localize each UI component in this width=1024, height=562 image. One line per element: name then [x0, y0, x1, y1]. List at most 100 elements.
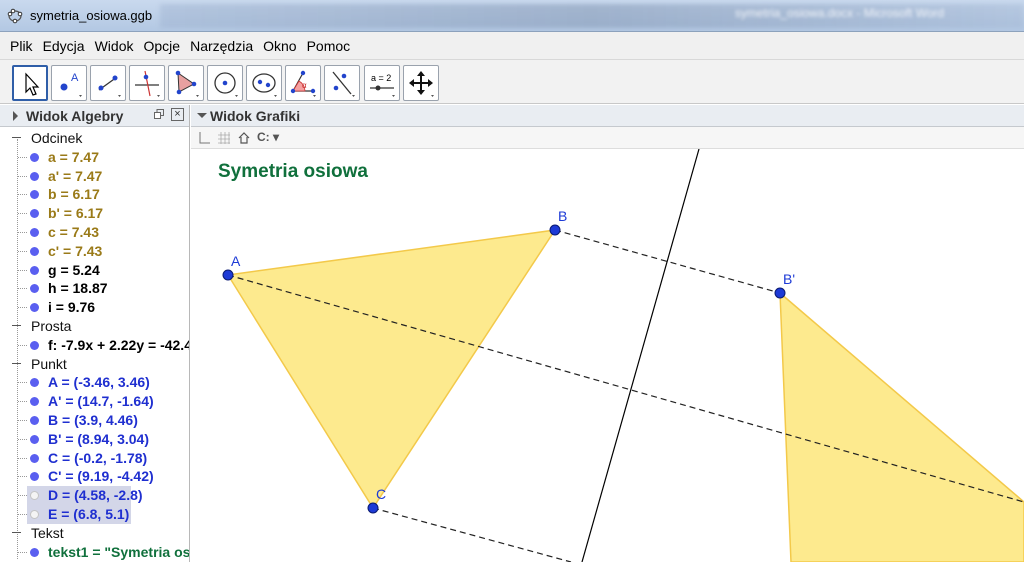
algebra-item-value[interactable]: c = 7.43 — [48, 224, 99, 240]
triangle-abc[interactable] — [226, 229, 557, 510]
category-punkt[interactable]: Punkt — [0, 355, 189, 374]
visibility-toggle-icon[interactable] — [30, 416, 39, 425]
algebra-item-value[interactable]: b = 6.17 — [48, 186, 100, 202]
algebra-item-value[interactable]: f: -7.9x + 2.22y = -42.4 — [48, 337, 189, 353]
home-icon[interactable] — [237, 131, 251, 145]
collapse-minus-icon[interactable] — [12, 325, 21, 326]
algebra-item[interactable]: A' = (14.7, -1.64) — [0, 392, 189, 411]
collapse-minus-icon[interactable] — [12, 137, 21, 138]
algebra-item[interactable]: c' = 7.43 — [0, 242, 189, 261]
point-b[interactable] — [549, 224, 561, 236]
slider-tool-button[interactable]: a = 2 — [364, 65, 400, 101]
algebra-item[interactable]: b = 6.17 — [0, 185, 189, 204]
algebra-item[interactable]: i = 9.76 — [0, 298, 189, 317]
algebra-item-value[interactable]: A' = (14.7, -1.64) — [48, 393, 154, 409]
point-tool-button[interactable]: A — [51, 65, 87, 101]
algebra-item-value[interactable]: b' = 6.17 — [48, 205, 103, 221]
algebra-item-value[interactable]: h = 18.87 — [48, 280, 108, 296]
triangle-reflected[interactable] — [779, 291, 1024, 562]
algebra-item-value[interactable]: g = 5.24 — [48, 262, 100, 278]
background-window-title[interactable]: symetria_osiowa.docx - Microsoft Word — [735, 6, 944, 20]
undock-icon[interactable] — [154, 109, 164, 119]
collapse-triangle-icon[interactable] — [197, 113, 207, 118]
algebra-item-value[interactable]: C' = (9.19, -4.42) — [48, 468, 154, 484]
algebra-item[interactable]: tekst1 = "Symetria osiowa" — [0, 543, 189, 562]
point-c[interactable] — [367, 502, 379, 514]
category-tekst[interactable]: Tekst — [0, 524, 189, 543]
algebra-item[interactable]: B = (3.9, 4.46) — [0, 411, 189, 430]
algebra-item[interactable]: a = 7.47 — [0, 148, 189, 167]
reflect-tool-button[interactable] — [324, 65, 360, 101]
line-tool-button[interactable] — [90, 65, 126, 101]
algebra-item-value[interactable]: c' = 7.43 — [48, 243, 102, 259]
algebra-item[interactable]: b' = 6.17 — [0, 204, 189, 223]
visibility-toggle-icon[interactable] — [30, 246, 39, 256]
menu-window[interactable]: Okno — [261, 38, 298, 54]
collapse-minus-icon[interactable] — [12, 531, 21, 533]
algebra-item[interactable]: c = 7.43 — [0, 223, 189, 242]
algebra-item[interactable]: E = (6.8, 5.1) — [0, 505, 189, 524]
visibility-toggle-icon[interactable] — [30, 434, 39, 444]
graphics-canvas[interactable]: A B C B' — [191, 149, 1024, 562]
visibility-toggle-icon[interactable] — [30, 265, 39, 275]
algebra-item[interactable]: A = (-3.46, 3.46) — [0, 373, 189, 392]
point-capture-dropdown[interactable]: C: ▾ — [257, 130, 287, 144]
algebra-item[interactable]: h = 18.87 — [0, 279, 189, 298]
algebra-item-value[interactable]: a = 7.47 — [48, 149, 99, 165]
visibility-toggle-icon[interactable] — [30, 171, 39, 181]
algebra-item-value[interactable]: A = (-3.46, 3.46) — [48, 374, 150, 390]
move-view-tool-button[interactable] — [403, 65, 439, 101]
algebra-item-value[interactable]: B = (3.9, 4.46) — [48, 412, 138, 428]
menu-edit[interactable]: Edycja — [41, 38, 87, 54]
algebra-item[interactable]: C = (-0.2, -1.78) — [0, 449, 189, 468]
perpendicular-tool-button[interactable] — [129, 65, 165, 101]
mirror-line-f[interactable] — [581, 149, 700, 562]
visibility-toggle-icon[interactable] — [30, 209, 39, 219]
visibility-toggle-icon[interactable] — [30, 378, 39, 388]
axes-icon[interactable] — [197, 131, 211, 145]
visibility-toggle-icon[interactable] — [30, 228, 39, 237]
algebra-item[interactable]: f: -7.9x + 2.22y = -42.4 — [0, 336, 189, 355]
point-a[interactable] — [222, 269, 234, 281]
algebra-item[interactable]: C' = (9.19, -4.42) — [0, 467, 189, 486]
grid-icon[interactable] — [217, 131, 231, 145]
visibility-toggle-icon[interactable] — [30, 190, 39, 200]
algebra-item[interactable]: B' = (8.94, 3.04) — [0, 430, 189, 449]
angle-tool-button[interactable]: α — [285, 65, 321, 101]
circle-tool-button[interactable] — [207, 65, 243, 101]
category-odcinek[interactable]: Odcinek — [0, 129, 189, 148]
collapse-triangle-icon[interactable] — [13, 111, 18, 121]
algebra-item-value[interactable]: tekst1 = "Symetria osiowa" — [48, 544, 189, 560]
menu-tools[interactable]: Narzędzia — [188, 38, 255, 54]
visibility-toggle-icon[interactable] — [30, 303, 39, 313]
algebra-item-value[interactable]: E = (6.8, 5.1) — [48, 506, 129, 522]
graphics-text-title[interactable]: Symetria osiowa — [218, 161, 368, 183]
visibility-toggle-icon[interactable] — [30, 284, 39, 294]
algebra-item-value[interactable]: i = 9.76 — [48, 299, 95, 315]
algebra-item-value[interactable]: C = (-0.2, -1.78) — [48, 450, 147, 466]
menu-options[interactable]: Opcje — [142, 38, 183, 54]
visibility-toggle-icon[interactable] — [30, 547, 39, 557]
visibility-toggle-icon[interactable] — [30, 472, 39, 482]
polygon-tool-button[interactable] — [168, 65, 204, 101]
move-tool-button[interactable] — [12, 65, 48, 101]
segment-c-cp[interactable] — [372, 507, 572, 562]
visibility-toggle-icon[interactable] — [30, 510, 39, 519]
close-icon[interactable]: × — [171, 108, 184, 121]
ellipse-tool-button[interactable] — [246, 65, 282, 101]
point-b-prime[interactable] — [774, 287, 786, 299]
menu-file[interactable]: Plik — [8, 38, 35, 54]
visibility-toggle-icon[interactable] — [30, 397, 39, 407]
algebra-item-value[interactable]: a' = 7.47 — [48, 168, 102, 184]
algebra-item[interactable]: g = 5.24 — [0, 261, 189, 280]
algebra-item[interactable]: a' = 7.47 — [0, 167, 189, 186]
collapse-minus-icon[interactable] — [12, 362, 21, 364]
visibility-toggle-icon[interactable] — [30, 340, 39, 350]
algebra-item-value[interactable]: D = (4.58, -2.8) — [48, 487, 143, 503]
algebra-item[interactable]: D = (4.58, -2.8) — [0, 486, 189, 506]
visibility-toggle-icon[interactable] — [30, 152, 39, 162]
menu-view[interactable]: Widok — [93, 38, 136, 54]
algebra-item-value[interactable]: B' = (8.94, 3.04) — [48, 431, 149, 447]
visibility-toggle-icon[interactable] — [30, 453, 39, 463]
category-prosta[interactable]: Prosta — [0, 317, 189, 336]
